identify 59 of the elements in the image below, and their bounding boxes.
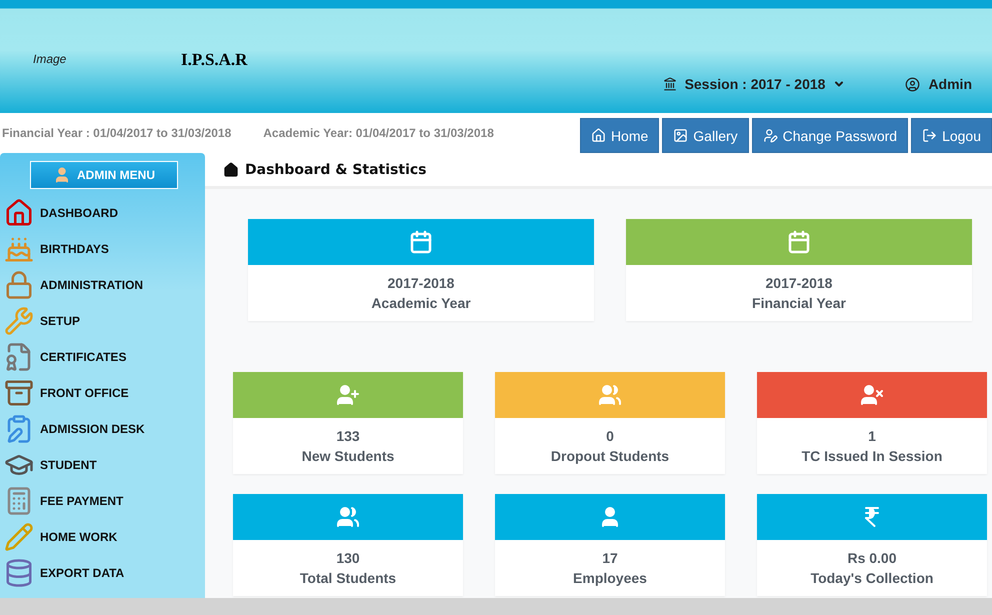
database-icon (4, 558, 34, 588)
card-label: Financial Year (752, 295, 846, 311)
sidebar-item[interactable]: DASHBOARD (4, 195, 205, 231)
card-label: Academic Year (371, 295, 471, 311)
session-dropdown[interactable]: Session : 2017 - 2018 (662, 76, 846, 92)
sidebar-item[interactable]: STUDENT (4, 447, 205, 483)
tools-icon (4, 306, 34, 336)
card-value: 2017-2018 (388, 275, 454, 291)
pencil-icon (4, 522, 34, 552)
home-icon (223, 162, 239, 178)
card-value: 1 (868, 428, 876, 444)
sidebar-item[interactable]: FEE PAYMENT (4, 483, 205, 519)
card-value: 17 (602, 550, 618, 566)
card-label: New Students (302, 448, 394, 464)
card-value: 2017-2018 (766, 275, 832, 291)
logo-alt-text: Image (33, 52, 68, 66)
calendar-icon (787, 230, 811, 254)
sidebar-item[interactable]: ADMINISTRATION (4, 267, 205, 303)
card-label: Employees (573, 570, 647, 586)
card-label: TC Issued In Session (802, 448, 942, 464)
nav-button[interactable]: Change Password (752, 118, 908, 153)
house-icon (4, 198, 34, 228)
card-label: Today's Collection (810, 570, 934, 586)
logout-icon (922, 128, 938, 143)
lock-icon (4, 270, 34, 300)
sidebar-item[interactable]: ADMISSION DESK (4, 411, 205, 447)
user-icon (905, 76, 920, 92)
sidebar-item[interactable]: FRONT OFFICE (4, 375, 205, 411)
nav-button[interactable]: Gallery (662, 118, 749, 153)
bank-icon (662, 77, 677, 91)
sidebar-item[interactable]: BIRTHDAYS (4, 231, 205, 267)
card-label: Dropout Students (550, 448, 670, 464)
sidebar-item[interactable]: EXPORT DATA (4, 555, 205, 591)
cabinet-icon (4, 378, 34, 408)
users-icon (598, 383, 622, 407)
picture-icon (673, 128, 688, 143)
user-edit-icon (762, 128, 778, 143)
academic-year-text: Academic Year: 01/04/2017 to 31/03/2018 (263, 126, 494, 140)
card-value: 0 (606, 428, 614, 444)
sidebar-item[interactable]: SETUP (4, 303, 205, 339)
person-icon (53, 166, 71, 184)
card-value: 133 (336, 428, 360, 444)
card-value: Rs 0.00 (847, 550, 897, 566)
financial-year-text: Financial Year : 01/04/2017 to 31/03/2018 (2, 126, 232, 140)
horizontal-scrollbar[interactable] (0, 598, 992, 615)
sidebar-item[interactable]: HOME WORK (4, 519, 205, 555)
user-menu[interactable]: Admin (905, 76, 972, 92)
nav-button[interactable]: Logou (911, 118, 992, 153)
calendar-icon (409, 230, 433, 254)
sidebar-item[interactable]: CERTIFICATES (4, 339, 205, 375)
card-label: Total Students (300, 570, 396, 586)
card-value: 130 (336, 550, 360, 566)
users-icon (336, 505, 360, 529)
home-icon (590, 128, 606, 143)
user-plus-icon (336, 383, 360, 407)
site-title: I.P.S.A.R (181, 50, 248, 70)
nav-button[interactable]: Home (580, 118, 660, 153)
page-title: Dashboard & Statistics (205, 153, 992, 189)
user-remove-icon (860, 383, 884, 407)
